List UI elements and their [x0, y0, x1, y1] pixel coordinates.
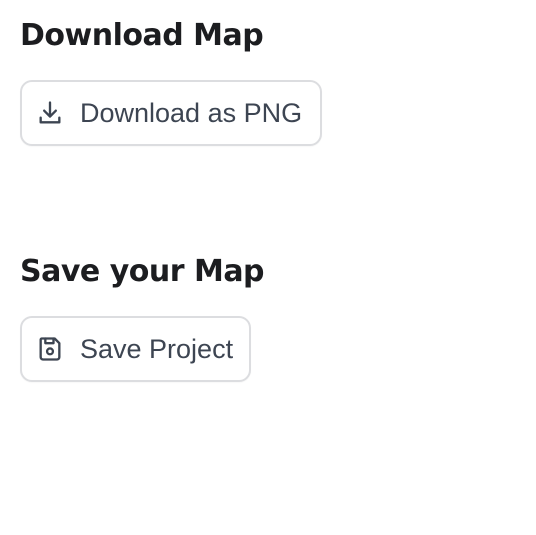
save-project-button[interactable]: Save Project [20, 316, 251, 382]
export-panel: Download Map Download as PNG Save your M… [0, 0, 536, 535]
save-project-label: Save Project [80, 333, 234, 364]
save-icon [36, 335, 64, 363]
download-map-heading: Download Map [20, 18, 264, 53]
download-png-label: Download as PNG [80, 97, 303, 128]
download-png-button[interactable]: Download as PNG [20, 80, 322, 146]
save-map-heading: Save your Map [20, 254, 265, 289]
download-icon [36, 99, 64, 127]
